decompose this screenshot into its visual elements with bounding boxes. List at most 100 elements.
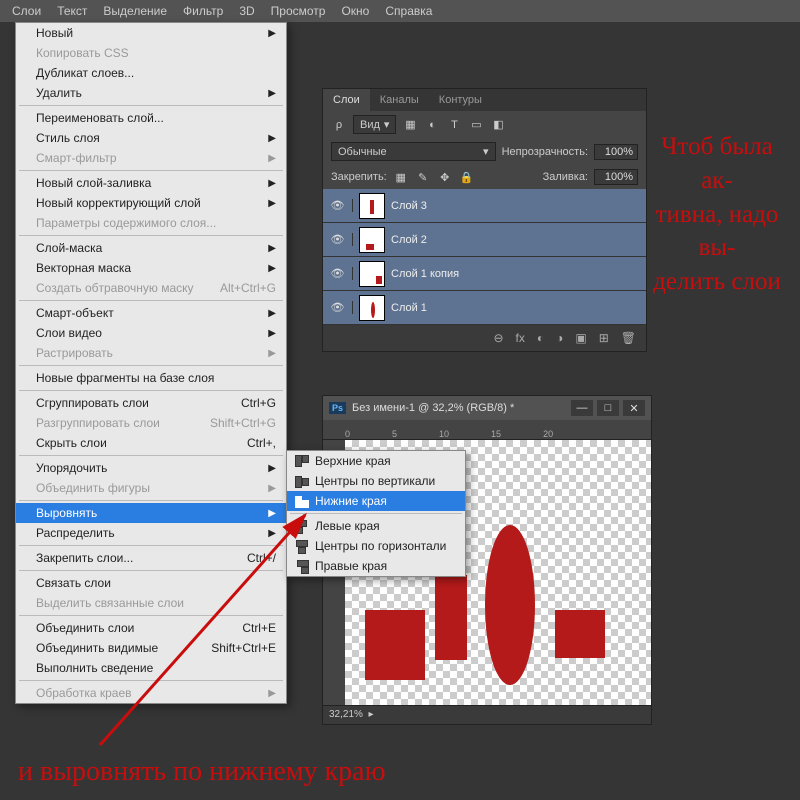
filter-pixel-icon[interactable]: ▦ xyxy=(402,118,418,132)
menu-item[interactable]: Переименовать слой... xyxy=(16,108,286,128)
align-right-icon xyxy=(295,560,309,573)
lock-all-icon[interactable]: 🔒 xyxy=(459,170,475,184)
align-hcenter[interactable]: Центры по горизонтали xyxy=(287,536,465,556)
filter-smart-icon[interactable]: ◧ xyxy=(490,118,506,132)
tab-channels[interactable]: Каналы xyxy=(370,89,429,111)
menu-help[interactable]: Справка xyxy=(385,4,432,18)
layer-name: Слой 1 xyxy=(391,302,427,314)
menu-item: Выделить связанные слои xyxy=(16,593,286,613)
menu-item: Объединить фигуры▶ xyxy=(16,478,286,498)
minimize-button[interactable]: — xyxy=(571,400,593,416)
filter-type-select[interactable]: Вид▾ xyxy=(353,115,396,134)
opacity-input[interactable]: 100% xyxy=(594,144,638,160)
new-layer-icon[interactable]: ⊞ xyxy=(599,331,609,345)
tab-paths[interactable]: Контуры xyxy=(429,89,492,111)
align-bottom[interactable]: Нижние края xyxy=(287,491,465,511)
layers-dropdown-menu[interactable]: Новый▶Копировать CSSДубликат слоев...Уда… xyxy=(15,22,287,704)
menu-item[interactable]: Выполнить сведение xyxy=(16,658,286,678)
layer-name: Слой 2 xyxy=(391,234,427,246)
layer-row[interactable]: 👁 Слой 2 xyxy=(323,223,646,257)
layer-name: Слой 1 копия xyxy=(391,268,459,280)
menu-view[interactable]: Просмотр xyxy=(271,4,326,18)
shape-ellipse xyxy=(485,525,535,685)
layer-thumbnail xyxy=(359,227,385,253)
visibility-eye-icon[interactable]: 👁 xyxy=(323,199,353,212)
filter-type-icon[interactable]: T xyxy=(446,118,462,132)
layers-panel-tabs: Слои Каналы Контуры xyxy=(323,89,646,111)
layer-row[interactable]: 👁 Слой 1 копия xyxy=(323,257,646,291)
opacity-label: Непрозрачность: xyxy=(502,146,588,158)
layer-row[interactable]: 👁 Слой 1 xyxy=(323,291,646,325)
menu-item[interactable]: Векторная маска▶ xyxy=(16,258,286,278)
menu-item[interactable]: Распределить▶ xyxy=(16,523,286,543)
align-right[interactable]: Правые края xyxy=(287,556,465,576)
menu-item[interactable]: Объединить слоиCtrl+E xyxy=(16,618,286,638)
visibility-eye-icon[interactable]: 👁 xyxy=(323,301,353,314)
menu-item[interactable]: Сгруппировать слоиCtrl+G xyxy=(16,393,286,413)
visibility-eye-icon[interactable]: 👁 xyxy=(323,233,353,246)
lock-move-icon[interactable]: ✥ xyxy=(437,170,453,184)
filter-shape-icon[interactable]: ▭ xyxy=(468,118,484,132)
menu-item[interactable]: Новый▶ xyxy=(16,23,286,43)
menu-item[interactable]: Связать слои xyxy=(16,573,286,593)
filter-adjust-icon[interactable]: ◐ xyxy=(424,118,440,132)
menu-selection[interactable]: Выделение xyxy=(103,4,167,18)
ps-icon: Ps xyxy=(329,402,346,414)
layers-panel: Слои Каналы Контуры ρ Вид▾ ▦ ◐ T ▭ ◧ Обы… xyxy=(322,88,647,352)
layer-row[interactable]: 👁 Слой 3 xyxy=(323,189,646,223)
document-titlebar: Ps Без имени-1 @ 32,2% (RGB/8) * — □ ✕ xyxy=(323,396,651,420)
menu-layers[interactable]: Слои xyxy=(12,4,41,18)
menu-item[interactable]: Выровнять▶ xyxy=(16,503,286,523)
align-top[interactable]: Верхние края xyxy=(287,451,465,471)
align-left[interactable]: Левые края xyxy=(287,516,465,536)
lock-pixels-icon[interactable]: ✎ xyxy=(415,170,431,184)
link-layers-icon[interactable]: ⊖ xyxy=(493,331,503,345)
ruler-horizontal: 0 5 10 15 20 xyxy=(323,420,651,440)
lock-transparency-icon[interactable]: ▦ xyxy=(393,170,409,184)
shape-rect-2 xyxy=(435,575,467,660)
menu-item[interactable]: Упорядочить▶ xyxy=(16,458,286,478)
layers-panel-footer: ⊖ fx ◐ ◑ ▣ ⊞ 🗑 xyxy=(323,325,646,351)
menu-item[interactable]: Дубликат слоев... xyxy=(16,63,286,83)
menu-item[interactable]: Скрыть слоиCtrl+, xyxy=(16,433,286,453)
adjustment-icon[interactable]: ◑ xyxy=(556,331,563,345)
menu-item[interactable]: Стиль слоя▶ xyxy=(16,128,286,148)
menu-item: Смарт-фильтр▶ xyxy=(16,148,286,168)
align-submenu[interactable]: Верхние краяЦентры по вертикалиНижние кр… xyxy=(286,450,466,577)
document-status: 32,21% ▸ xyxy=(323,705,651,723)
group-icon[interactable]: ▣ xyxy=(575,331,586,345)
blend-mode-select[interactable]: Обычные▾ xyxy=(331,142,496,161)
shape-rect-3 xyxy=(555,610,605,658)
layer-thumbnail xyxy=(359,295,385,321)
menu-window[interactable]: Окно xyxy=(341,4,369,18)
menu-item[interactable]: Слои видео▶ xyxy=(16,323,286,343)
align-left-icon xyxy=(295,520,309,533)
lock-label: Закрепить: xyxy=(331,171,387,183)
fill-input[interactable]: 100% xyxy=(594,169,638,185)
menu-item[interactable]: Новые фрагменты на базе слоя xyxy=(16,368,286,388)
menu-item[interactable]: Объединить видимыеShift+Ctrl+E xyxy=(16,638,286,658)
menu-filter[interactable]: Фильтр xyxy=(183,4,223,18)
menu-item[interactable]: Закрепить слои...Ctrl+/ xyxy=(16,548,286,568)
menu-item: Разгруппировать слоиShift+Ctrl+G xyxy=(16,413,286,433)
menu-item[interactable]: Новый слой-заливка▶ xyxy=(16,173,286,193)
layer-name: Слой 3 xyxy=(391,200,427,212)
fx-icon[interactable]: fx xyxy=(516,331,525,345)
menu-3d[interactable]: 3D xyxy=(239,4,254,18)
menu-item[interactable]: Смарт-объект▶ xyxy=(16,303,286,323)
visibility-eye-icon[interactable]: 👁 xyxy=(323,267,353,280)
tab-layers[interactable]: Слои xyxy=(323,89,370,111)
menu-item[interactable]: Слой-маска▶ xyxy=(16,238,286,258)
annotation-right: Чтоб была ак- тивна, надо вы- делить сло… xyxy=(652,130,782,299)
maximize-button[interactable]: □ xyxy=(597,400,619,416)
align-vcenter[interactable]: Центры по вертикали xyxy=(287,471,465,491)
menu-text[interactable]: Текст xyxy=(57,4,87,18)
mask-icon[interactable]: ◐ xyxy=(537,331,544,345)
close-button[interactable]: ✕ xyxy=(623,400,645,416)
layer-thumbnail xyxy=(359,261,385,287)
menu-item: Растрировать▶ xyxy=(16,343,286,363)
menu-item[interactable]: Новый корректирующий слой▶ xyxy=(16,193,286,213)
trash-icon[interactable]: 🗑 xyxy=(621,331,636,345)
top-menu-bar: Слои Текст Выделение Фильтр 3D Просмотр … xyxy=(0,0,800,22)
menu-item[interactable]: Удалить▶ xyxy=(16,83,286,103)
